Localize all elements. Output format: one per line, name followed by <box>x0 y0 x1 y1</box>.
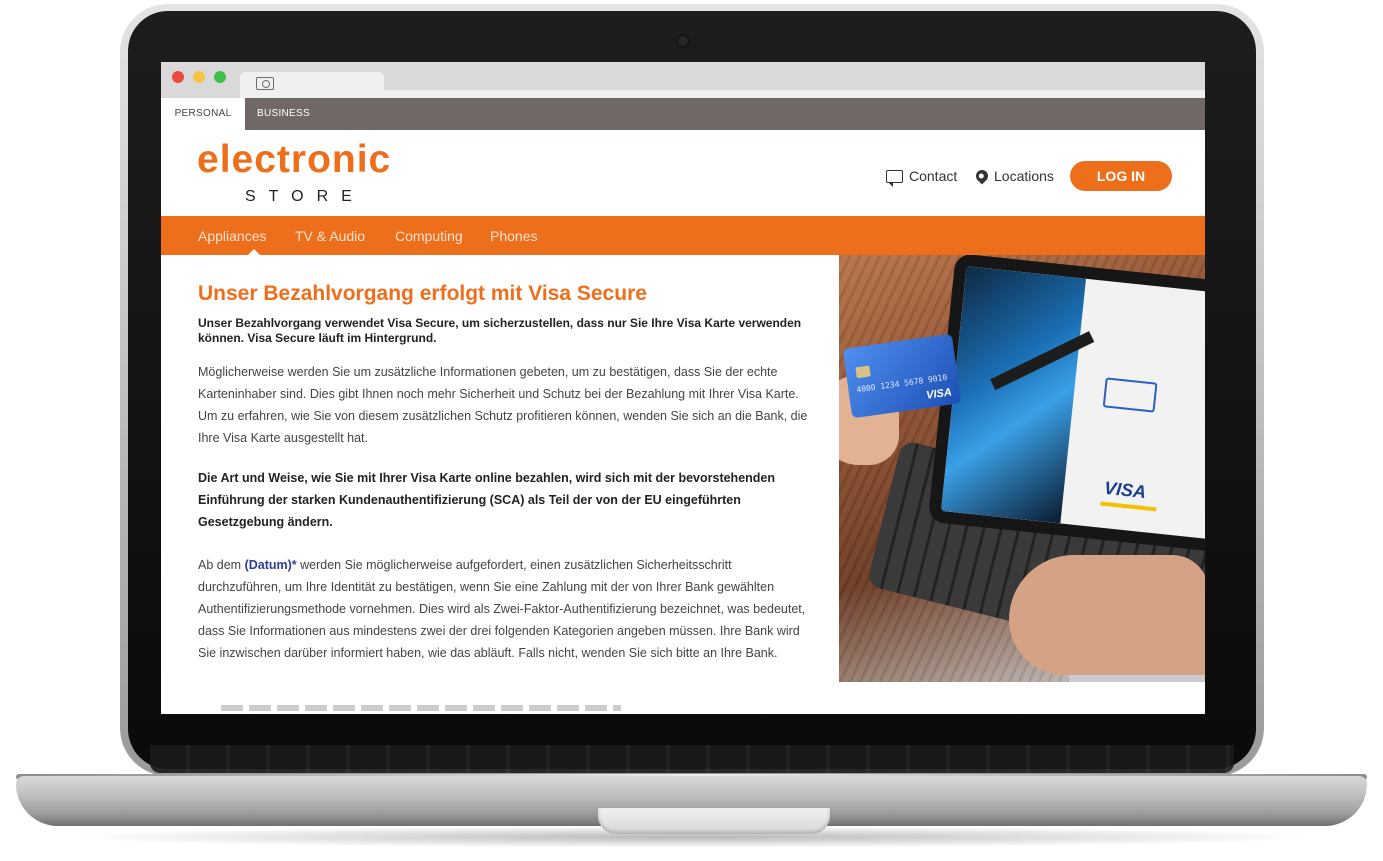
card-icon <box>1102 377 1158 413</box>
photo-icon <box>256 77 274 90</box>
p3-body: werden Sie möglicherweise aufgefordert, … <box>198 558 806 660</box>
locations-label: Locations <box>994 168 1054 184</box>
address-bar[interactable] <box>384 90 1205 98</box>
nav-item-computing[interactable]: Computing <box>395 216 463 255</box>
minimize-window-button[interactable] <box>193 71 205 83</box>
cut-off-text <box>221 705 621 711</box>
segment-personal[interactable]: PERSONAL <box>161 98 245 130</box>
chat-icon <box>886 169 903 187</box>
guitar-neck <box>990 331 1095 391</box>
login-button[interactable]: LOG IN <box>1070 161 1172 191</box>
segment-bar: PERSONAL BUSINESS <box>161 98 1205 130</box>
map-pin-icon <box>973 167 991 185</box>
locations-link[interactable]: Locations <box>973 167 1054 185</box>
main-nav: Appliances TV & Audio Computing Phones <box>161 216 1205 255</box>
article-paragraph-2: Die Art und Weise, wie Sie mit Ihrer Vis… <box>198 471 776 529</box>
contact-label: Contact <box>909 168 958 184</box>
nav-item-tv-audio[interactable]: TV & Audio <box>295 216 365 255</box>
site-header: electronic STORE Contact Locations LOG I… <box>161 130 1205 216</box>
laptop-notch <box>598 808 830 834</box>
date-placeholder-link[interactable]: (Datum)* <box>245 558 297 572</box>
tablet-illustration: VISA <box>927 255 1205 555</box>
logo-subtitle: STORE <box>245 188 365 205</box>
article: Unser Bezahlvorgang erfolgt mit Visa Sec… <box>161 255 839 714</box>
browser-tab[interactable] <box>240 72 384 98</box>
contact-link[interactable]: Contact <box>886 168 958 187</box>
segment-business[interactable]: BUSINESS <box>257 98 310 130</box>
article-paragraph-1: Möglicherweise werden Sie um zusätzliche… <box>198 365 808 445</box>
close-window-button[interactable] <box>172 71 184 83</box>
card-brand: VISA <box>925 386 953 402</box>
browser-chrome <box>161 62 1205 98</box>
camera-icon <box>678 36 688 46</box>
visa-stripe <box>1100 501 1157 512</box>
logo[interactable]: electronic <box>197 138 391 182</box>
guitar-image <box>940 266 1095 524</box>
article-paragraph-3: Ab dem (Datum)* werden Sie möglicherweis… <box>198 554 818 664</box>
laptop-screen: PERSONAL BUSINESS electronic STORE Conta… <box>161 62 1205 714</box>
maximize-window-button[interactable] <box>214 71 226 83</box>
p3-prefix: Ab dem <box>198 558 245 572</box>
article-title: Unser Bezahlvorgang erfolgt mit Visa Sec… <box>198 282 647 305</box>
chip-icon <box>855 365 871 379</box>
visa-logo: VISA <box>1103 477 1148 503</box>
article-lead: Unser Bezahlvorgang verwendet Visa Secur… <box>198 316 802 345</box>
tablet-screen: VISA <box>940 266 1205 542</box>
typing-hand-illustration <box>1009 555 1205 675</box>
laptop-mockup: PERSONAL BUSINESS electronic STORE Conta… <box>0 0 1383 861</box>
hero-image: VISA 4000 1234 5678 9010 VISA <box>839 255 1205 682</box>
nav-item-phones[interactable]: Phones <box>490 216 537 255</box>
laptop-hinge <box>150 745 1234 773</box>
